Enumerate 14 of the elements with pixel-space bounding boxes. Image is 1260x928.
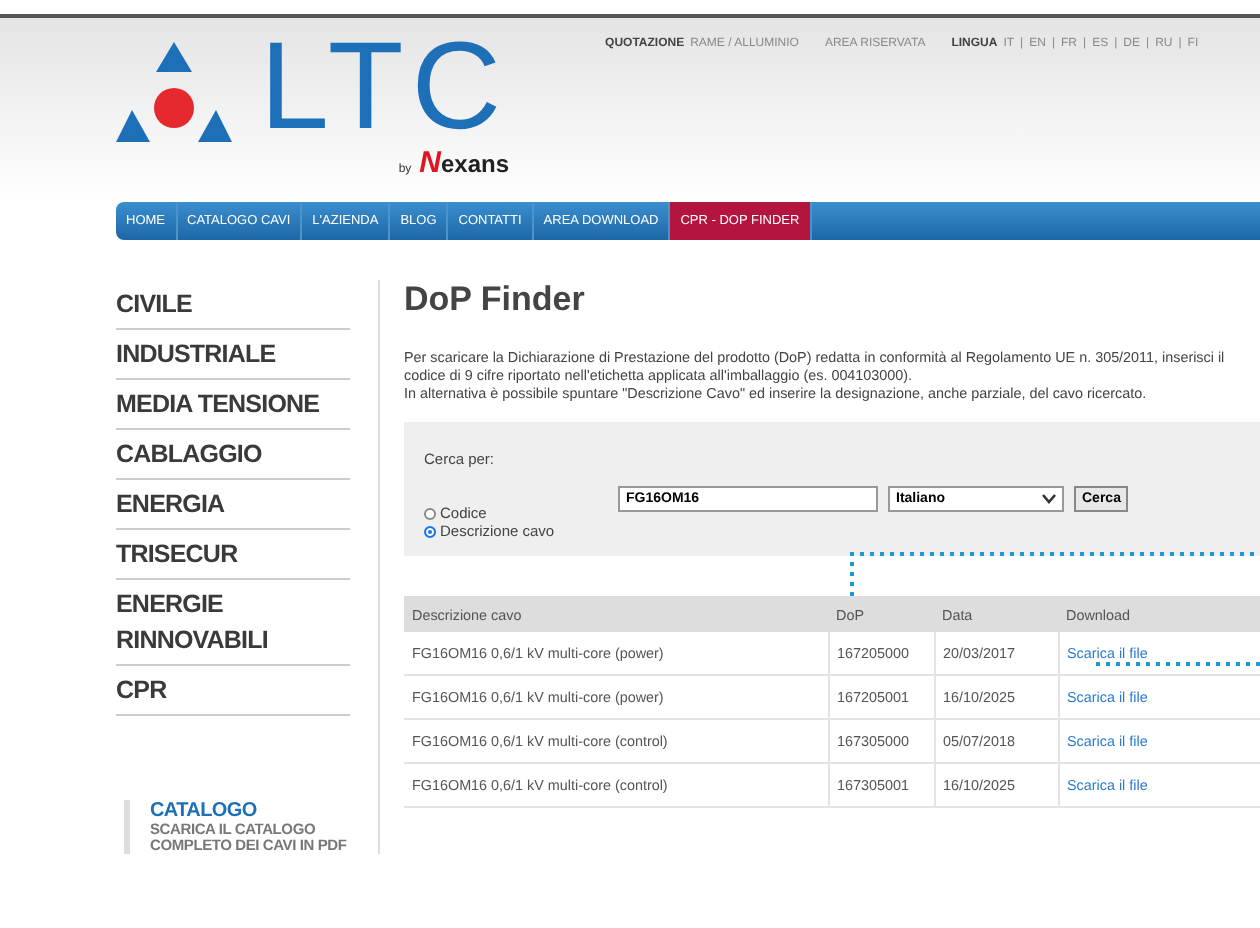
sidebar-item[interactable]: INDUSTRIALE — [116, 330, 350, 380]
sidebar-item[interactable]: ENERGIE RINNOVABILI — [116, 580, 350, 666]
logo-wordmark: LTC — [260, 30, 510, 146]
sidebar-item[interactable]: TRISECUR — [116, 530, 350, 580]
sidebar-item[interactable]: CPR — [116, 666, 350, 716]
chevron-icon — [1042, 494, 1056, 504]
catalog-link[interactable]: CATALOGO — [150, 800, 350, 822]
sidebar-item[interactable]: ENERGIA — [116, 480, 350, 530]
page-title: DoP Finder — [404, 280, 587, 320]
logo-icon — [116, 42, 232, 146]
brand-logo: Nexans — [419, 146, 510, 180]
sidebar-item[interactable]: MEDIA TENSIONE — [116, 380, 350, 430]
sidebar-item[interactable]: CABLAGGIO — [116, 430, 350, 480]
sidebar-item[interactable]: CIVILE — [116, 280, 350, 330]
